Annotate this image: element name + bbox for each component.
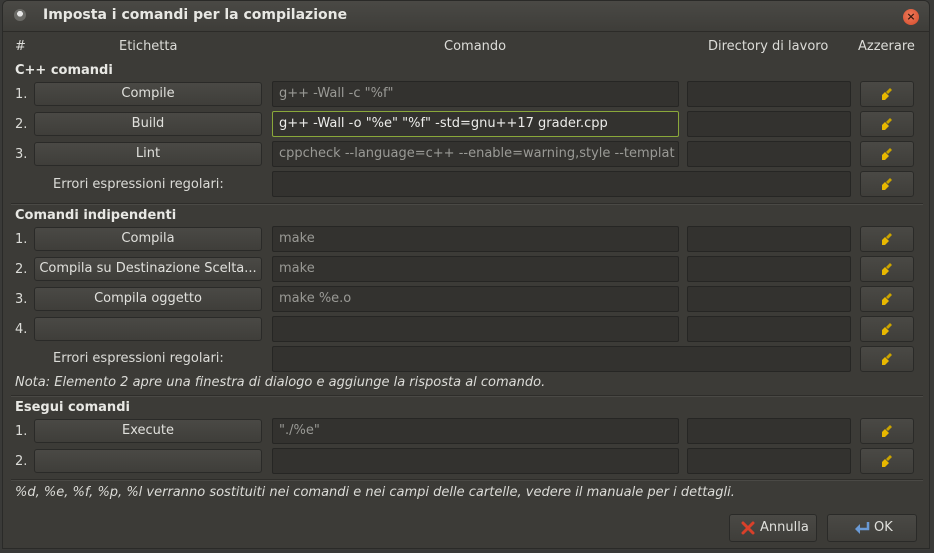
- section-title-independent: Comandi indipendenti: [15, 208, 177, 223]
- row-number: 2.: [15, 454, 28, 469]
- label-button-empty[interactable]: [34, 317, 262, 341]
- broom-icon: [882, 293, 892, 305]
- cancel-label: Annulla: [760, 520, 809, 535]
- command-field[interactable]: [272, 316, 679, 342]
- workdir-field[interactable]: [687, 111, 851, 137]
- header-workdir: Directory di lavoro: [708, 39, 829, 54]
- separator: [11, 203, 923, 205]
- broom-icon: [882, 118, 892, 130]
- label-button-compile[interactable]: Compile: [34, 82, 262, 106]
- workdir-field[interactable]: [687, 141, 851, 167]
- workdir-field[interactable]: [687, 81, 851, 107]
- titlebar: Imposta i comandi per la compilazione ×: [3, 1, 929, 32]
- window-menu-icon[interactable]: [14, 9, 26, 21]
- reset-button[interactable]: [860, 171, 914, 197]
- regex-field[interactable]: [272, 171, 851, 197]
- broom-icon: [882, 88, 892, 100]
- label-button-compila-oggetto[interactable]: Compila oggetto: [34, 287, 262, 311]
- cancel-button[interactable]: Annulla: [729, 514, 817, 542]
- build-commands-dialog: Imposta i comandi per la compilazione × …: [2, 0, 930, 549]
- reset-button[interactable]: [860, 448, 914, 474]
- command-field[interactable]: [272, 448, 679, 474]
- regex-label: Errori espressioni regolari:: [53, 351, 224, 366]
- label-button-execute[interactable]: Execute: [34, 419, 262, 443]
- ok-button[interactable]: OK: [827, 514, 917, 542]
- workdir-field[interactable]: [687, 226, 851, 252]
- broom-icon: [882, 425, 892, 437]
- note-text: Nota: Elemento 2 apre una finestra di di…: [15, 375, 546, 390]
- broom-icon: [882, 178, 892, 190]
- header-reset: Azzerare: [858, 39, 915, 54]
- command-field[interactable]: make: [272, 226, 679, 252]
- command-field[interactable]: cppcheck --language=c++ --enable=warning…: [272, 141, 679, 167]
- header-label: Etichetta: [119, 39, 178, 54]
- header-num: #: [15, 39, 26, 54]
- broom-icon: [882, 353, 892, 365]
- row-number: 3.: [15, 292, 28, 307]
- regex-field[interactable]: [272, 346, 851, 372]
- reset-button[interactable]: [860, 316, 914, 342]
- regex-label: Errori espressioni regolari:: [53, 177, 224, 192]
- separator: [11, 479, 923, 481]
- ok-return-icon: [855, 522, 870, 534]
- workdir-field[interactable]: [687, 286, 851, 312]
- placeholder-hint: %d, %e, %f, %p, %l verranno sostituiti n…: [15, 485, 735, 500]
- workdir-field[interactable]: [687, 256, 851, 282]
- workdir-field[interactable]: [687, 316, 851, 342]
- broom-icon: [882, 323, 892, 335]
- reset-button[interactable]: [860, 346, 914, 372]
- row-number: 4.: [15, 322, 28, 337]
- reset-button[interactable]: [860, 226, 914, 252]
- label-button-empty[interactable]: [34, 449, 262, 473]
- command-field[interactable]: g++ -Wall -c "%f": [272, 81, 679, 107]
- label-button-build[interactable]: Build: [34, 112, 262, 136]
- broom-icon: [882, 455, 892, 467]
- command-field[interactable]: make: [272, 256, 679, 282]
- window-title: Imposta i comandi per la compilazione: [43, 7, 348, 23]
- close-icon[interactable]: ×: [903, 9, 919, 25]
- header-command: Comando: [444, 39, 507, 54]
- section-title-cpp: C++ comandi: [15, 63, 113, 78]
- workdir-field[interactable]: [687, 448, 851, 474]
- section-title-execute: Esegui comandi: [15, 400, 130, 415]
- reset-button[interactable]: [860, 418, 914, 444]
- broom-icon: [882, 148, 892, 160]
- broom-icon: [882, 233, 892, 245]
- command-field[interactable]: "./%e": [272, 418, 679, 444]
- reset-button[interactable]: [860, 141, 914, 167]
- label-button-compila[interactable]: Compila: [34, 227, 262, 251]
- broom-icon: [882, 263, 892, 275]
- reset-button[interactable]: [860, 286, 914, 312]
- reset-button[interactable]: [860, 81, 914, 107]
- workdir-field[interactable]: [687, 418, 851, 444]
- separator: [11, 395, 923, 397]
- row-number: 3.: [15, 147, 28, 162]
- label-button-lint[interactable]: Lint: [34, 142, 262, 166]
- reset-button[interactable]: [860, 256, 914, 282]
- cancel-icon: [741, 521, 755, 535]
- ok-label: OK: [874, 520, 893, 535]
- row-number: 1.: [15, 87, 28, 102]
- row-number: 2.: [15, 117, 28, 132]
- row-number: 2.: [15, 262, 28, 277]
- row-number: 1.: [15, 424, 28, 439]
- row-number: 1.: [15, 232, 28, 247]
- command-field[interactable]: g++ -Wall -o "%e" "%f" -std=gnu++17 grad…: [272, 111, 679, 137]
- label-button-compila-destinazione[interactable]: Compila su Destinazione Scelta...: [34, 257, 262, 281]
- reset-button[interactable]: [860, 111, 914, 137]
- command-field[interactable]: make %e.o: [272, 286, 679, 312]
